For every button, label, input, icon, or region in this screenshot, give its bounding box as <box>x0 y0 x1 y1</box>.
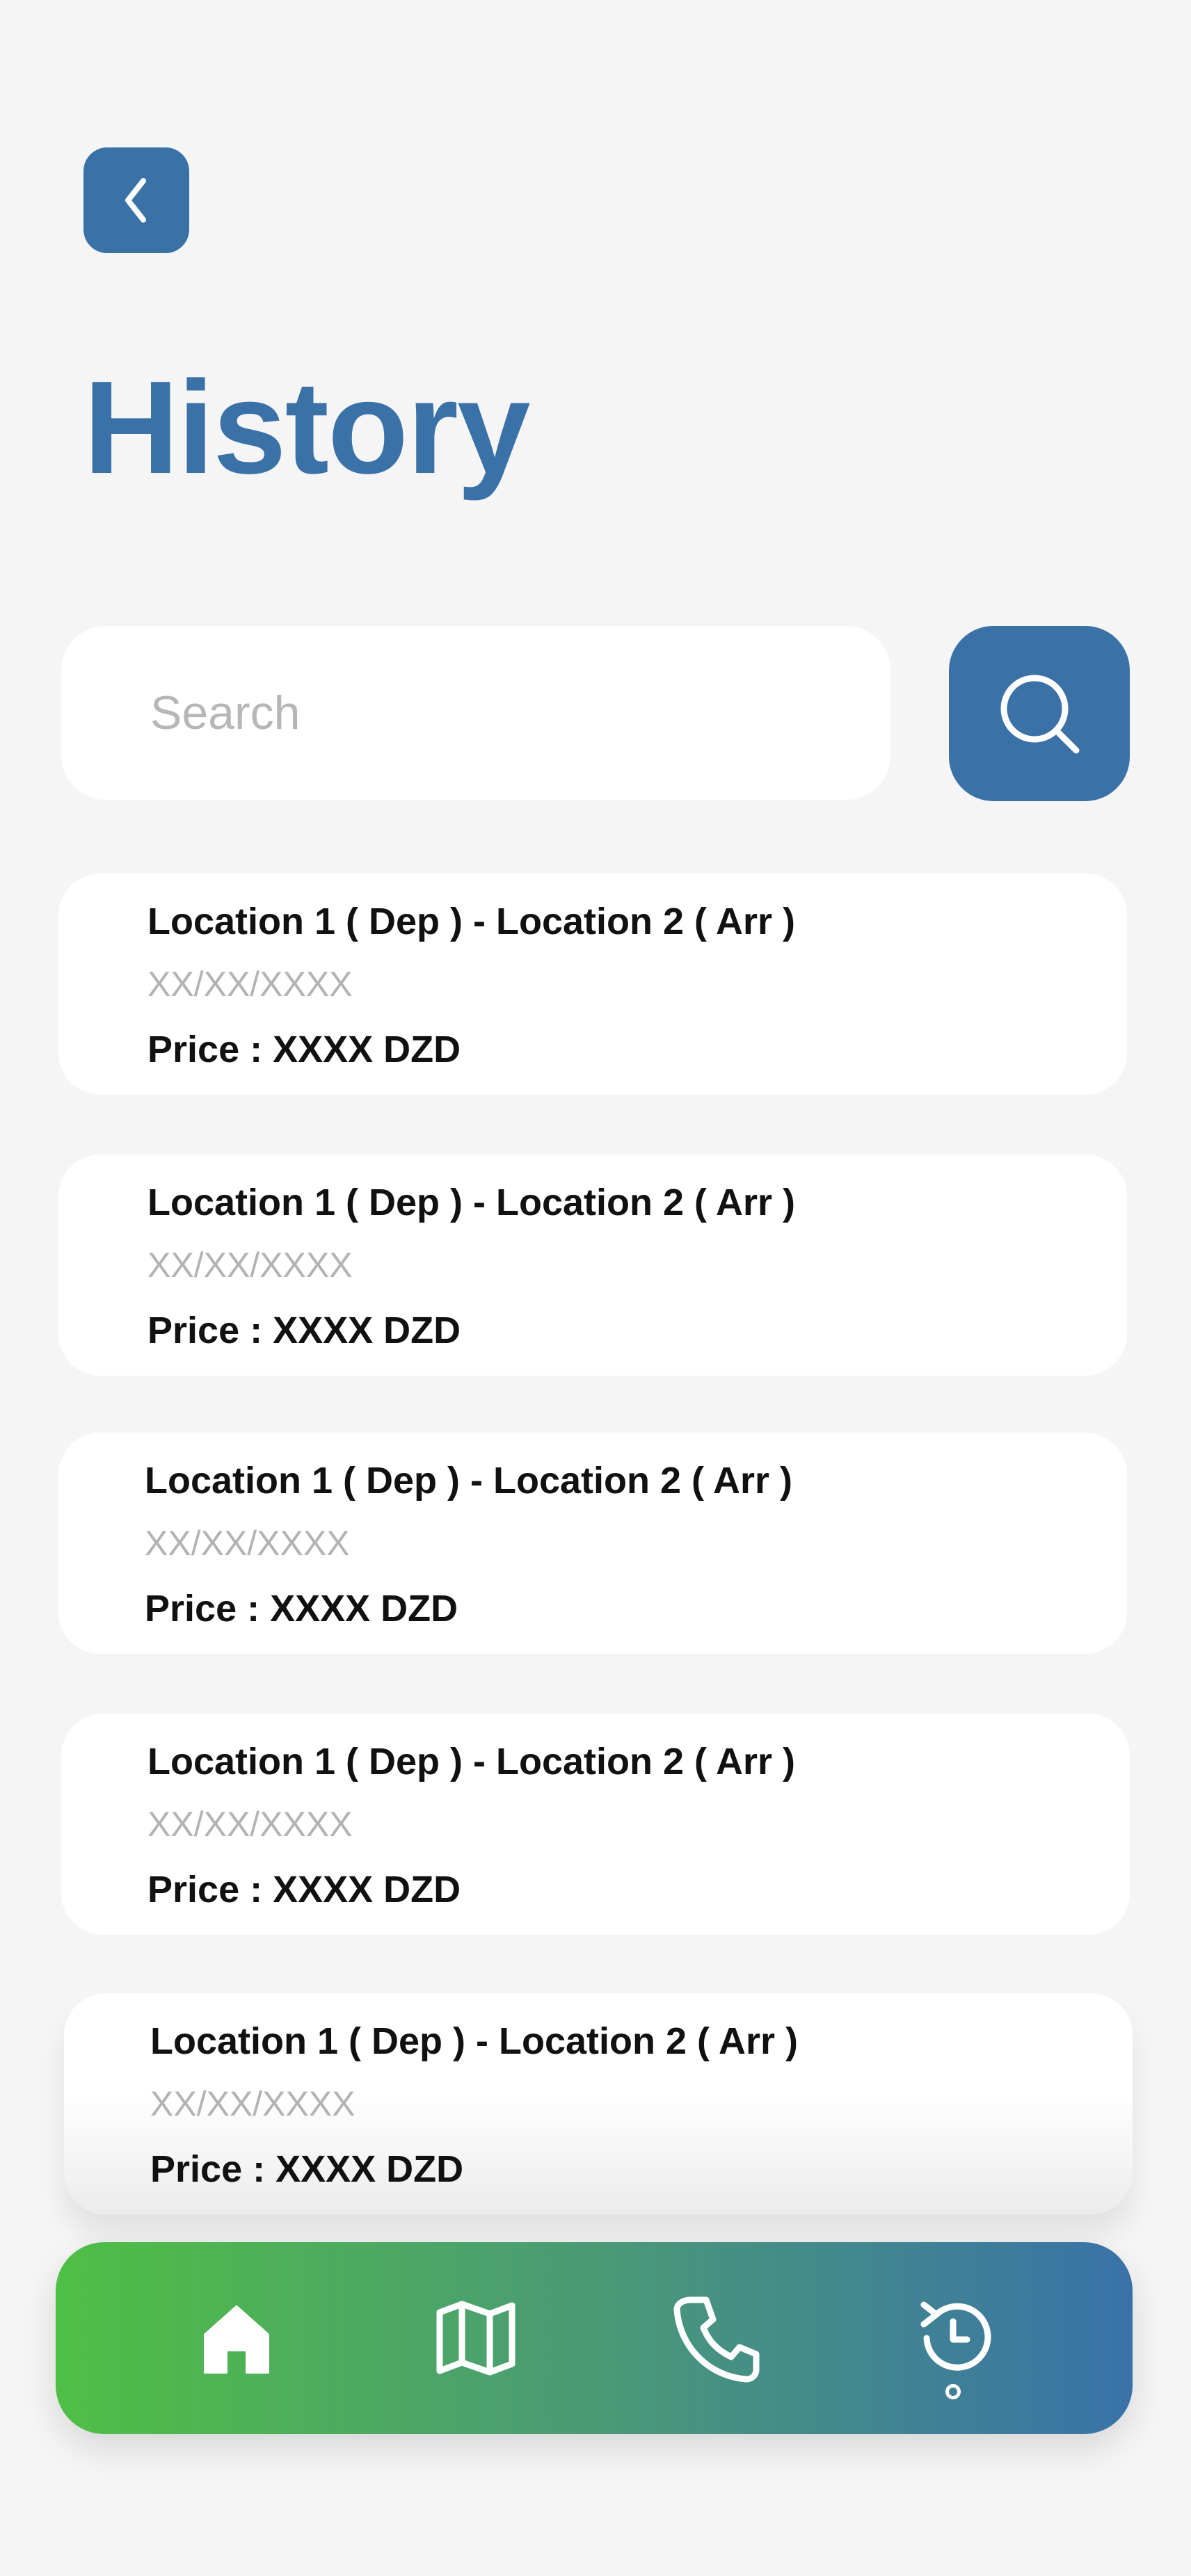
date-text: XX/XX/XXXX <box>150 2084 355 2123</box>
history-card[interactable]: Location 1 ( Dep ) - Location 2 ( Arr ) … <box>58 1154 1127 1376</box>
date-text: XX/XX/XXXX <box>147 1246 353 1285</box>
home-icon <box>204 2305 269 2374</box>
price-text: Price : XXXX DZD <box>147 1029 461 1070</box>
route-text: Location 1 ( Dep ) - Location 2 ( Arr ) <box>147 1741 796 1782</box>
nav-home[interactable] <box>167 2242 306 2434</box>
page-title: History <box>83 354 531 501</box>
search-button[interactable] <box>949 626 1130 801</box>
date-text: XX/XX/XXXX <box>147 1805 353 1844</box>
nav-phone[interactable] <box>646 2242 785 2434</box>
chevron-left-icon <box>125 178 146 223</box>
search-input[interactable] <box>61 626 890 800</box>
price-text: Price : XXXX DZD <box>145 1588 458 1629</box>
nav-history[interactable] <box>884 2242 1023 2434</box>
history-card[interactable]: Location 1 ( Dep ) - Location 2 ( Arr ) … <box>64 1993 1133 2214</box>
route-text: Location 1 ( Dep ) - Location 2 ( Arr ) <box>147 901 796 942</box>
price-text: Price : XXXX DZD <box>150 2148 464 2190</box>
search-icon <box>1000 675 1080 754</box>
history-icon <box>920 2301 991 2371</box>
route-text: Location 1 ( Dep ) - Location 2 ( Arr ) <box>150 2020 799 2062</box>
search-box[interactable] <box>61 626 890 800</box>
date-text: XX/XX/XXXX <box>145 1524 350 1563</box>
history-card[interactable]: Location 1 ( Dep ) - Location 2 ( Arr ) … <box>61 1714 1130 1935</box>
bottom-nav <box>56 2242 1133 2434</box>
back-button[interactable] <box>83 147 189 253</box>
map-icon <box>436 2301 515 2376</box>
active-indicator <box>945 2384 961 2399</box>
history-card[interactable]: Location 1 ( Dep ) - Location 2 ( Arr ) … <box>58 1433 1127 1654</box>
route-text: Location 1 ( Dep ) - Location 2 ( Arr ) <box>145 1460 793 1502</box>
route-text: Location 1 ( Dep ) - Location 2 ( Arr ) <box>147 1182 796 1223</box>
phone-icon <box>673 2296 760 2383</box>
price-text: Price : XXXX DZD <box>147 1869 461 1910</box>
nav-map[interactable] <box>406 2242 545 2434</box>
date-text: XX/XX/XXXX <box>147 965 353 1004</box>
price-text: Price : XXXX DZD <box>147 1310 461 1351</box>
history-card[interactable]: Location 1 ( Dep ) - Location 2 ( Arr ) … <box>58 874 1127 1095</box>
